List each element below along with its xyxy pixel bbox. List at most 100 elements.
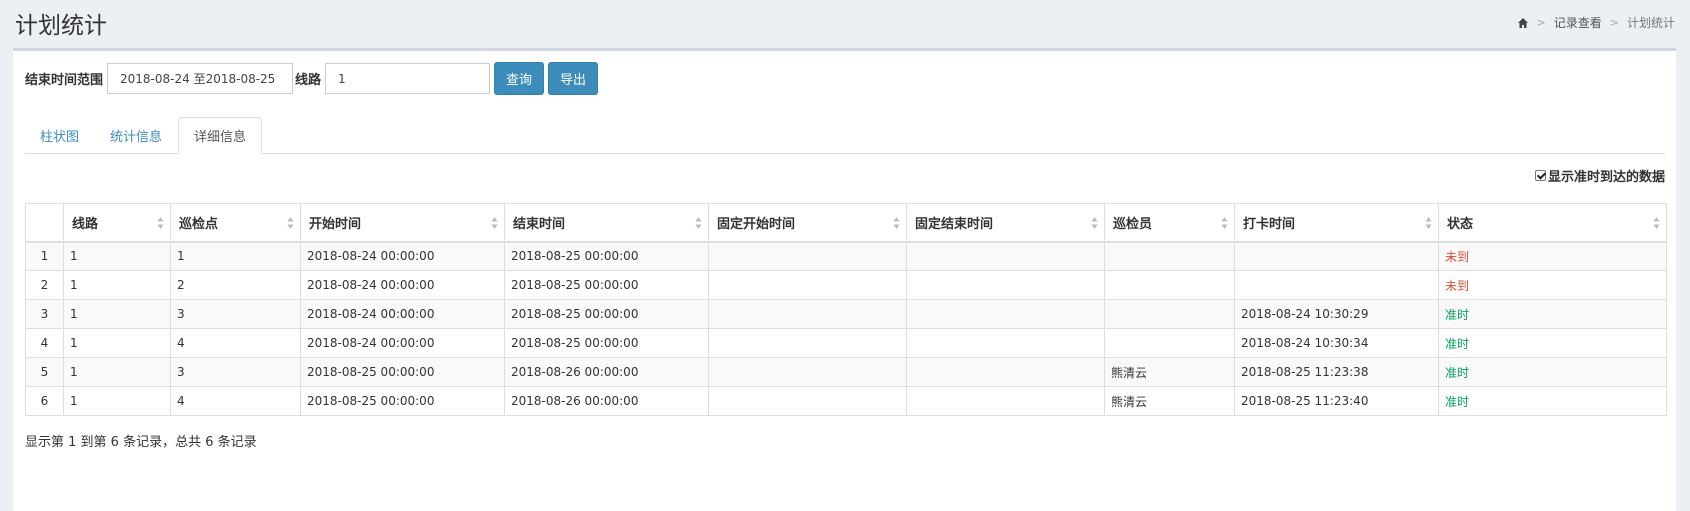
cell-point: 4 (170, 328, 301, 358)
column-header-punch-time[interactable]: 打卡时间 (1234, 203, 1439, 243)
show-ontime-toggle[interactable]: 显示准时到达的数据 (1534, 166, 1665, 185)
table-row[interactable]: 6 1 4 2018-08-25 00:00:00 2018-08-26 00:… (25, 386, 1667, 416)
table-row[interactable]: 3 1 3 2018-08-24 00:00:00 2018-08-25 00:… (25, 299, 1667, 329)
table-row[interactable]: 4 1 4 2018-08-24 00:00:00 2018-08-25 00:… (25, 328, 1667, 358)
table-row[interactable]: 1 1 1 2018-08-24 00:00:00 2018-08-25 00:… (25, 241, 1667, 271)
cell-route: 1 (63, 386, 171, 416)
cell-fixed-end (906, 328, 1105, 358)
filter-row: 结束时间范围 2018-08-24 至2018-08-25 线路 1 查询 导出 (25, 62, 599, 95)
cell-inspector (1104, 328, 1235, 358)
route-input[interactable]: 1 (325, 63, 491, 94)
content-panel: 结束时间范围 2018-08-24 至2018-08-25 线路 1 查询 导出… (13, 48, 1676, 511)
cell-fixed-start (708, 299, 907, 329)
column-header-index (25, 203, 64, 243)
breadcrumb-item-current: 计划统计 (1626, 16, 1675, 30)
cell-route: 1 (63, 357, 171, 387)
cell-end-time: 2018-08-26 00:00:00 (504, 386, 709, 416)
cell-route: 1 (63, 270, 171, 300)
breadcrumb-separator-icon: > (1609, 16, 1619, 29)
cell-start-time: 2018-08-24 00:00:00 (300, 241, 505, 271)
column-header-fixed-end[interactable]: 固定结束时间 (906, 203, 1105, 243)
cell-start-time: 2018-08-24 00:00:00 (300, 328, 505, 358)
cell-inspector (1104, 241, 1235, 271)
cell-fixed-start (708, 270, 907, 300)
cell-index: 1 (25, 241, 64, 271)
cell-point: 4 (170, 386, 301, 416)
cell-fixed-end (906, 386, 1105, 416)
cell-fixed-end (906, 357, 1105, 387)
cell-status: 准时 (1438, 357, 1667, 387)
tab-statistics[interactable]: 统计信息 (95, 117, 177, 153)
cell-end-time: 2018-08-25 00:00:00 (504, 270, 709, 300)
show-ontime-label: 显示准时到达的数据 (1547, 170, 1665, 185)
home-icon[interactable] (1517, 17, 1529, 29)
cell-inspector: 熊清云 (1104, 357, 1235, 387)
cell-point: 3 (170, 357, 301, 387)
column-header-fixed-start[interactable]: 固定开始时间 (708, 203, 907, 243)
tab-bar-chart[interactable]: 柱状图 (25, 117, 94, 153)
cell-punch-time (1234, 241, 1439, 271)
export-button[interactable]: 导出 (548, 62, 599, 95)
cell-point: 2 (170, 270, 301, 300)
date-range-input[interactable]: 2018-08-24 至2018-08-25 (107, 63, 294, 94)
cell-fixed-end (906, 270, 1105, 300)
sort-icon (893, 217, 900, 229)
sort-icon (491, 217, 498, 229)
table-row[interactable]: 5 1 3 2018-08-25 00:00:00 2018-08-26 00:… (25, 357, 1667, 387)
cell-fixed-start (708, 328, 907, 358)
sort-icon (1653, 217, 1660, 229)
column-header-inspector[interactable]: 巡检员 (1104, 203, 1235, 243)
pagination-info: 显示第 1 到第 6 条记录，总共 6 条记录 (25, 435, 257, 450)
cell-route: 1 (63, 241, 171, 271)
cell-point: 3 (170, 299, 301, 329)
cell-fixed-end (906, 241, 1105, 271)
cell-start-time: 2018-08-24 00:00:00 (300, 299, 505, 329)
tab-bar: 柱状图 统计信息 详细信息 (25, 117, 1665, 154)
sort-icon (1091, 217, 1098, 229)
query-button[interactable]: 查询 (494, 62, 545, 95)
breadcrumb-separator-icon: > (1536, 16, 1546, 29)
sort-icon (1425, 217, 1432, 229)
cell-punch-time: 2018-08-24 10:30:34 (1234, 328, 1439, 358)
cell-inspector (1104, 270, 1235, 300)
sort-icon (1221, 217, 1228, 229)
column-header-status[interactable]: 状态 (1438, 203, 1667, 243)
cell-inspector (1104, 299, 1235, 329)
table-row[interactable]: 2 1 2 2018-08-24 00:00:00 2018-08-25 00:… (25, 270, 1667, 300)
page-title: 计划统计 (15, 13, 107, 39)
page-header: 计划统计 > 记录查看 > 计划统计 (0, 0, 1690, 48)
column-header-route[interactable]: 线路 (63, 203, 171, 243)
table-header-row: 线路 巡检点 开始时间 结束时间 固定开始时间 固定结束时间 巡检员 打卡时间 … (25, 203, 1667, 243)
breadcrumb-item-records[interactable]: 记录查看 (1554, 14, 1602, 31)
cell-route: 1 (63, 299, 171, 329)
sort-icon (157, 217, 164, 229)
cell-route: 1 (63, 328, 171, 358)
cell-end-time: 2018-08-26 00:00:00 (504, 357, 709, 387)
column-header-point[interactable]: 巡检点 (170, 203, 301, 243)
column-header-end-time[interactable]: 结束时间 (504, 203, 709, 243)
cell-end-time: 2018-08-25 00:00:00 (504, 241, 709, 271)
sort-icon (287, 217, 294, 229)
route-label: 线路 (295, 73, 322, 88)
tab-details[interactable]: 详细信息 (178, 117, 263, 154)
cell-index: 4 (25, 328, 64, 358)
breadcrumb: > 记录查看 > 计划统计 (1517, 14, 1675, 31)
checkbox-checked-icon[interactable] (1534, 170, 1546, 181)
cell-fixed-start (708, 241, 907, 271)
cell-inspector: 熊清云 (1104, 386, 1235, 416)
cell-index: 2 (25, 270, 64, 300)
cell-status: 未到 (1438, 270, 1667, 300)
cell-punch-time (1234, 270, 1439, 300)
cell-end-time: 2018-08-25 00:00:00 (504, 328, 709, 358)
cell-index: 6 (25, 386, 64, 416)
details-table: 线路 巡检点 开始时间 结束时间 固定开始时间 固定结束时间 巡检员 打卡时间 … (25, 203, 1667, 416)
cell-index: 5 (25, 357, 64, 387)
cell-status: 准时 (1438, 299, 1667, 329)
column-header-start-time[interactable]: 开始时间 (300, 203, 505, 243)
sort-icon (695, 217, 702, 229)
cell-punch-time: 2018-08-25 11:23:38 (1234, 357, 1439, 387)
cell-point: 1 (170, 241, 301, 271)
cell-fixed-end (906, 299, 1105, 329)
date-range-label: 结束时间范围 (25, 73, 104, 88)
cell-fixed-start (708, 386, 907, 416)
